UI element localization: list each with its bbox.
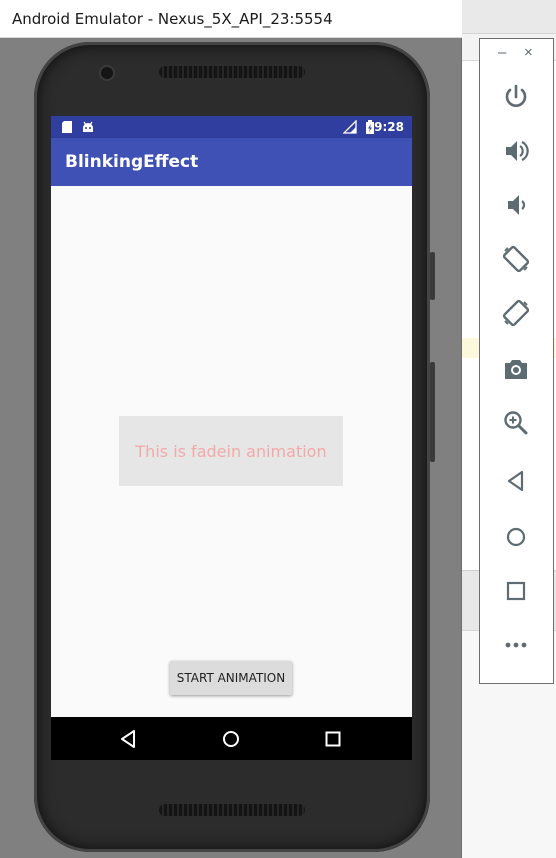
home-button[interactable] (498, 519, 534, 555)
toolbar-minimize-button[interactable]: – (498, 44, 506, 61)
window-titlebar: Android Emulator - Nexus_5X_API_23:5554 (0, 0, 462, 38)
volume-up-icon (506, 141, 529, 161)
device-screen: 9:28 BlinkingEffect This is fadein anima… (51, 116, 412, 760)
volume-down-icon (508, 195, 526, 215)
status-bar: 9:28 (51, 116, 412, 138)
overview-button[interactable] (498, 573, 534, 609)
zoom-button[interactable] (498, 405, 534, 441)
app-title: BlinkingEffect (65, 152, 199, 172)
rotate-left-button[interactable] (498, 241, 534, 277)
camera-icon (505, 360, 527, 379)
power-button[interactable] (498, 79, 534, 115)
navigation-bar (51, 717, 412, 760)
more-button[interactable] (498, 627, 534, 663)
side-button-lower (430, 362, 435, 462)
top-speaker (159, 66, 305, 78)
app-content: This is fadein animation START ANIMATION (51, 186, 412, 717)
side-button-upper (430, 252, 435, 300)
power-icon (505, 84, 527, 107)
nav-back-icon[interactable] (117, 727, 141, 751)
screenshot-button[interactable] (498, 351, 534, 387)
nav-overview-icon[interactable] (321, 727, 345, 751)
window-title: Android Emulator - Nexus_5X_API_23:5554 (12, 10, 333, 28)
back-button[interactable] (498, 463, 534, 499)
sd-card-icon (62, 121, 72, 133)
signal-icon (343, 120, 357, 134)
android-icon (83, 121, 93, 132)
rotate-right-icon (502, 299, 530, 327)
front-camera (101, 67, 113, 79)
volume-down-button[interactable] (498, 187, 534, 223)
ide-toolbar-strip (462, 0, 556, 34)
home-icon (506, 527, 526, 547)
bottom-speaker (159, 804, 305, 816)
nav-home-icon[interactable] (219, 727, 243, 751)
fadein-text-view: This is fadein animation (119, 416, 343, 486)
rotate-left-icon (502, 245, 530, 273)
back-icon (507, 470, 524, 492)
volume-up-button[interactable] (498, 133, 534, 169)
start-animation-button[interactable]: START ANIMATION (170, 661, 292, 695)
app-bar: BlinkingEffect (51, 138, 412, 186)
toolbar-close-button[interactable]: × (524, 44, 533, 61)
toolbar-window-controls: – × (480, 39, 553, 67)
status-time: 9:28 (374, 120, 404, 134)
overview-icon (506, 581, 526, 601)
emulator-window: Android Emulator - Nexus_5X_API_23:5554 (0, 0, 462, 858)
zoom-in-icon (504, 411, 528, 435)
rotate-right-button[interactable] (498, 295, 534, 331)
more-icon (505, 642, 527, 648)
emulator-toolbar: – × (479, 38, 554, 684)
